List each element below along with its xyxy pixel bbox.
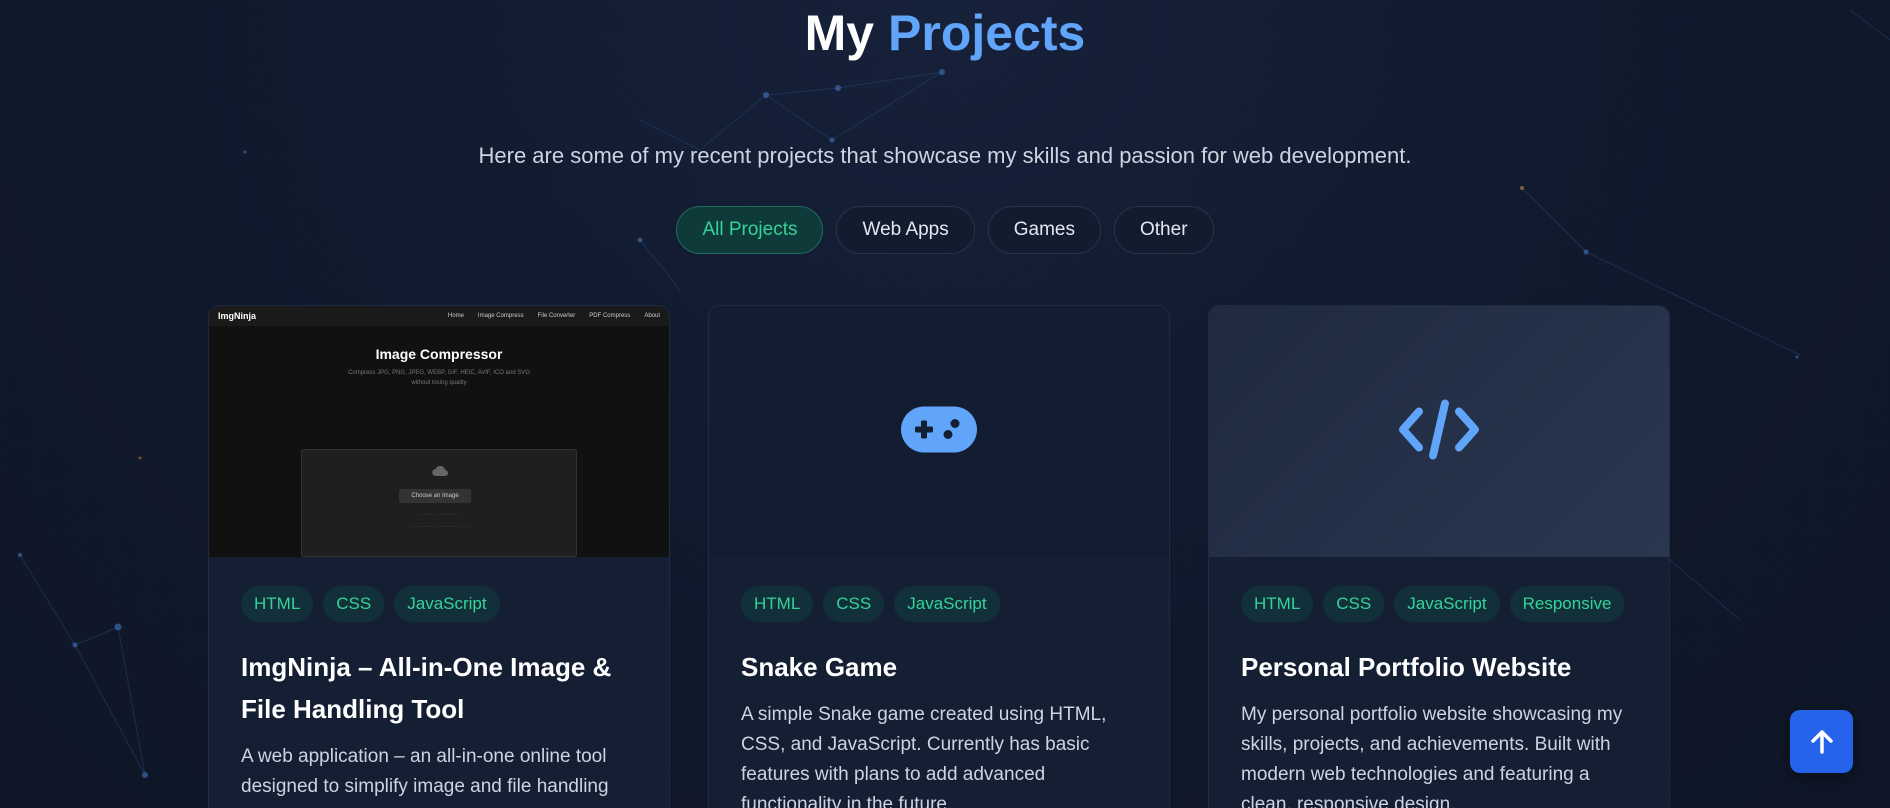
title-plain: My [804,5,875,61]
project-card-snake-game[interactable]: HTML CSS JavaScript Snake Game A simple … [708,305,1170,808]
screenshot-choose-button: Choose an Image [399,489,471,503]
project-media [1209,306,1669,557]
tag-javascript: JavaScript [394,586,500,622]
screenshot-navbar: ImgNinja Home Image Compress File Conver… [209,306,669,326]
project-card-portfolio[interactable]: HTML CSS JavaScript Responsive Personal … [1208,305,1670,808]
filter-web-apps[interactable]: Web Apps [836,206,975,254]
code-icon [1399,399,1479,459]
cloud-upload-icon [432,465,448,477]
title-accent: Projects [888,5,1086,61]
screenshot-hint: · · · · · · · · · · · · · · [418,512,460,518]
filter-other[interactable]: Other [1114,206,1214,254]
tag-html: HTML [241,586,314,622]
imgninja-screenshot: ImgNinja Home Image Compress File Conver… [209,306,669,557]
screenshot-upload-box: Choose an Image · · · · · · · · · · · · … [301,449,577,557]
section-title: My Projects [0,4,1890,62]
screenshot-formats: · · · · · · · · · · · · · · · · · · · · [409,524,469,530]
tag-html: HTML [741,586,814,622]
tech-tags: HTML CSS JavaScript Responsive [1241,586,1637,622]
project-filters: All Projects Web Apps Games Other [0,206,1890,254]
project-title: ImgNinja – All-in-One Image & File Handl… [241,652,612,724]
screenshot-nav-item: Image Compress [477,313,524,319]
tag-javascript: JavaScript [1394,586,1500,622]
filter-all-projects[interactable]: All Projects [676,206,824,254]
project-screenshot: ImgNinja Home Image Compress File Conver… [209,306,669,557]
arrow-up-icon [1810,729,1833,754]
section-subtitle: Here are some of my recent projects that… [478,143,1412,168]
tag-html: HTML [1241,586,1314,622]
filter-games[interactable]: Games [987,206,1101,254]
project-card-imgninja[interactable]: ImgNinja Home Image Compress File Conver… [208,305,670,808]
tag-responsive: Responsive [1509,586,1625,622]
screenshot-nav-item: Home [447,313,464,319]
gamepad-icon [901,406,977,452]
project-media [709,306,1169,557]
project-cards: ImgNinja Home Image Compress File Conver… [208,305,1670,808]
screenshot-logo: ImgNinja [218,311,257,321]
screenshot-nav-item: About [644,313,660,319]
screenshot-nav-item: PDF Compress [589,313,631,319]
project-description: My personal portfolio website showcasing… [1241,704,1623,808]
tag-css: CSS [323,586,385,622]
tech-tags: HTML CSS JavaScript [241,586,637,622]
project-description: A simple Snake game created using HTML, … [741,704,1107,808]
scroll-to-top-button[interactable] [1790,710,1853,773]
screenshot-nav-item: File Converter [537,313,576,319]
project-title: Personal Portfolio Website [1241,652,1572,682]
tag-css: CSS [823,586,885,622]
project-title: Snake Game [741,652,898,682]
project-description: A web application – an all-in-one online… [241,746,609,797]
tag-css: CSS [1323,586,1385,622]
tag-javascript: JavaScript [894,586,1000,622]
screenshot-heading: Image Compressor [375,346,503,362]
tech-tags: HTML CSS JavaScript [741,586,1137,622]
screenshot-text: Compress JPG, PNG, JPEG, WEBP, GIF, HEIC… [348,370,530,386]
